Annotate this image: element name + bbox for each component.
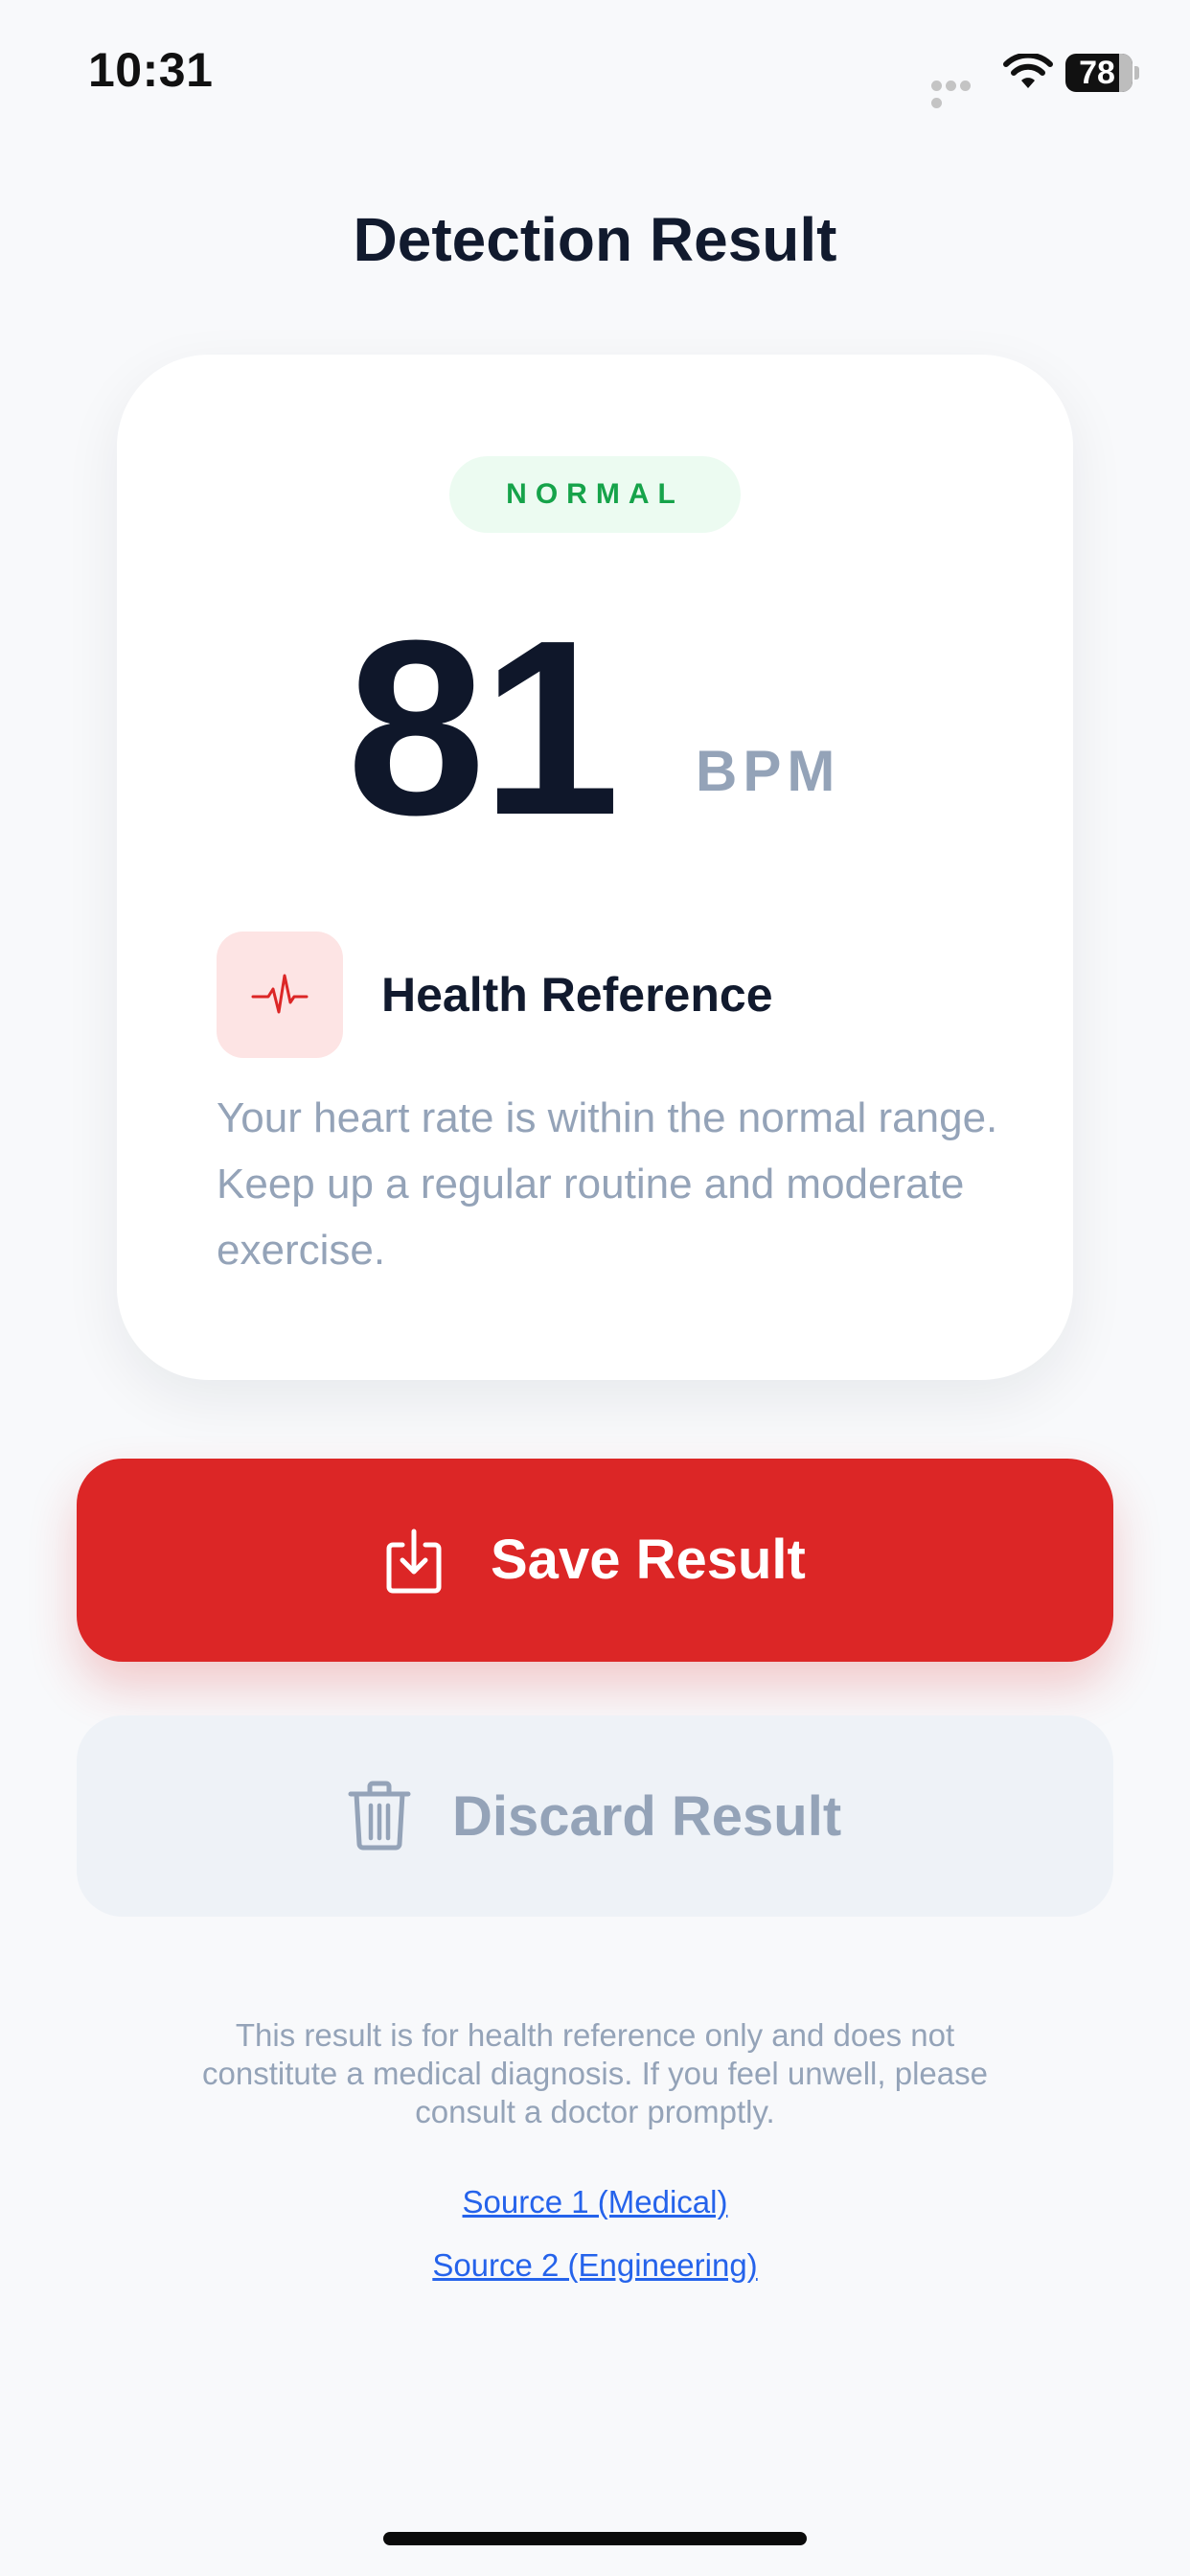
disclaimer-text: This result is for health reference only… <box>202 2017 988 2129</box>
heartbeat-icon <box>251 974 309 1014</box>
download-icon <box>386 1529 442 1594</box>
health-reference-text: Your heart rate is within the normal ran… <box>217 1094 998 1274</box>
signal-dots-icon <box>931 79 987 108</box>
source-link-engineering[interactable]: Source 2 (Engineering) <box>0 2244 1190 2287</box>
trash-icon <box>348 1781 411 1851</box>
save-result-label: Save Result <box>491 1529 806 1591</box>
heart-rate-unit: BPM <box>696 739 841 803</box>
source-link-medical[interactable]: Source 1 (Medical) <box>0 2181 1190 2223</box>
health-reference-icon-box <box>217 932 343 1058</box>
battery-icon: 78 <box>1065 54 1139 92</box>
battery-level: 78 <box>1079 55 1115 91</box>
save-result-button[interactable]: Save Result <box>77 1459 1113 1662</box>
discard-result-label: Discard Result <box>452 1785 842 1848</box>
wifi-icon <box>1003 54 1053 88</box>
detection-result-screen: 10:31 78 Detection Result NORMAL 81 BPM <box>0 0 1190 2576</box>
status-badge: NORMAL <box>449 456 741 533</box>
status-bar: 10:31 78 <box>0 0 1190 144</box>
heart-rate-value: 81 <box>347 589 620 867</box>
result-card: NORMAL 81 BPM Health Reference Your hear… <box>117 355 1073 1380</box>
discard-result-button[interactable]: Discard Result <box>77 1715 1113 1917</box>
status-time: 10:31 <box>88 43 214 97</box>
health-reference-title: Health Reference <box>381 968 773 1022</box>
home-indicator[interactable] <box>383 2532 807 2545</box>
page-title: Detection Result <box>353 205 837 274</box>
